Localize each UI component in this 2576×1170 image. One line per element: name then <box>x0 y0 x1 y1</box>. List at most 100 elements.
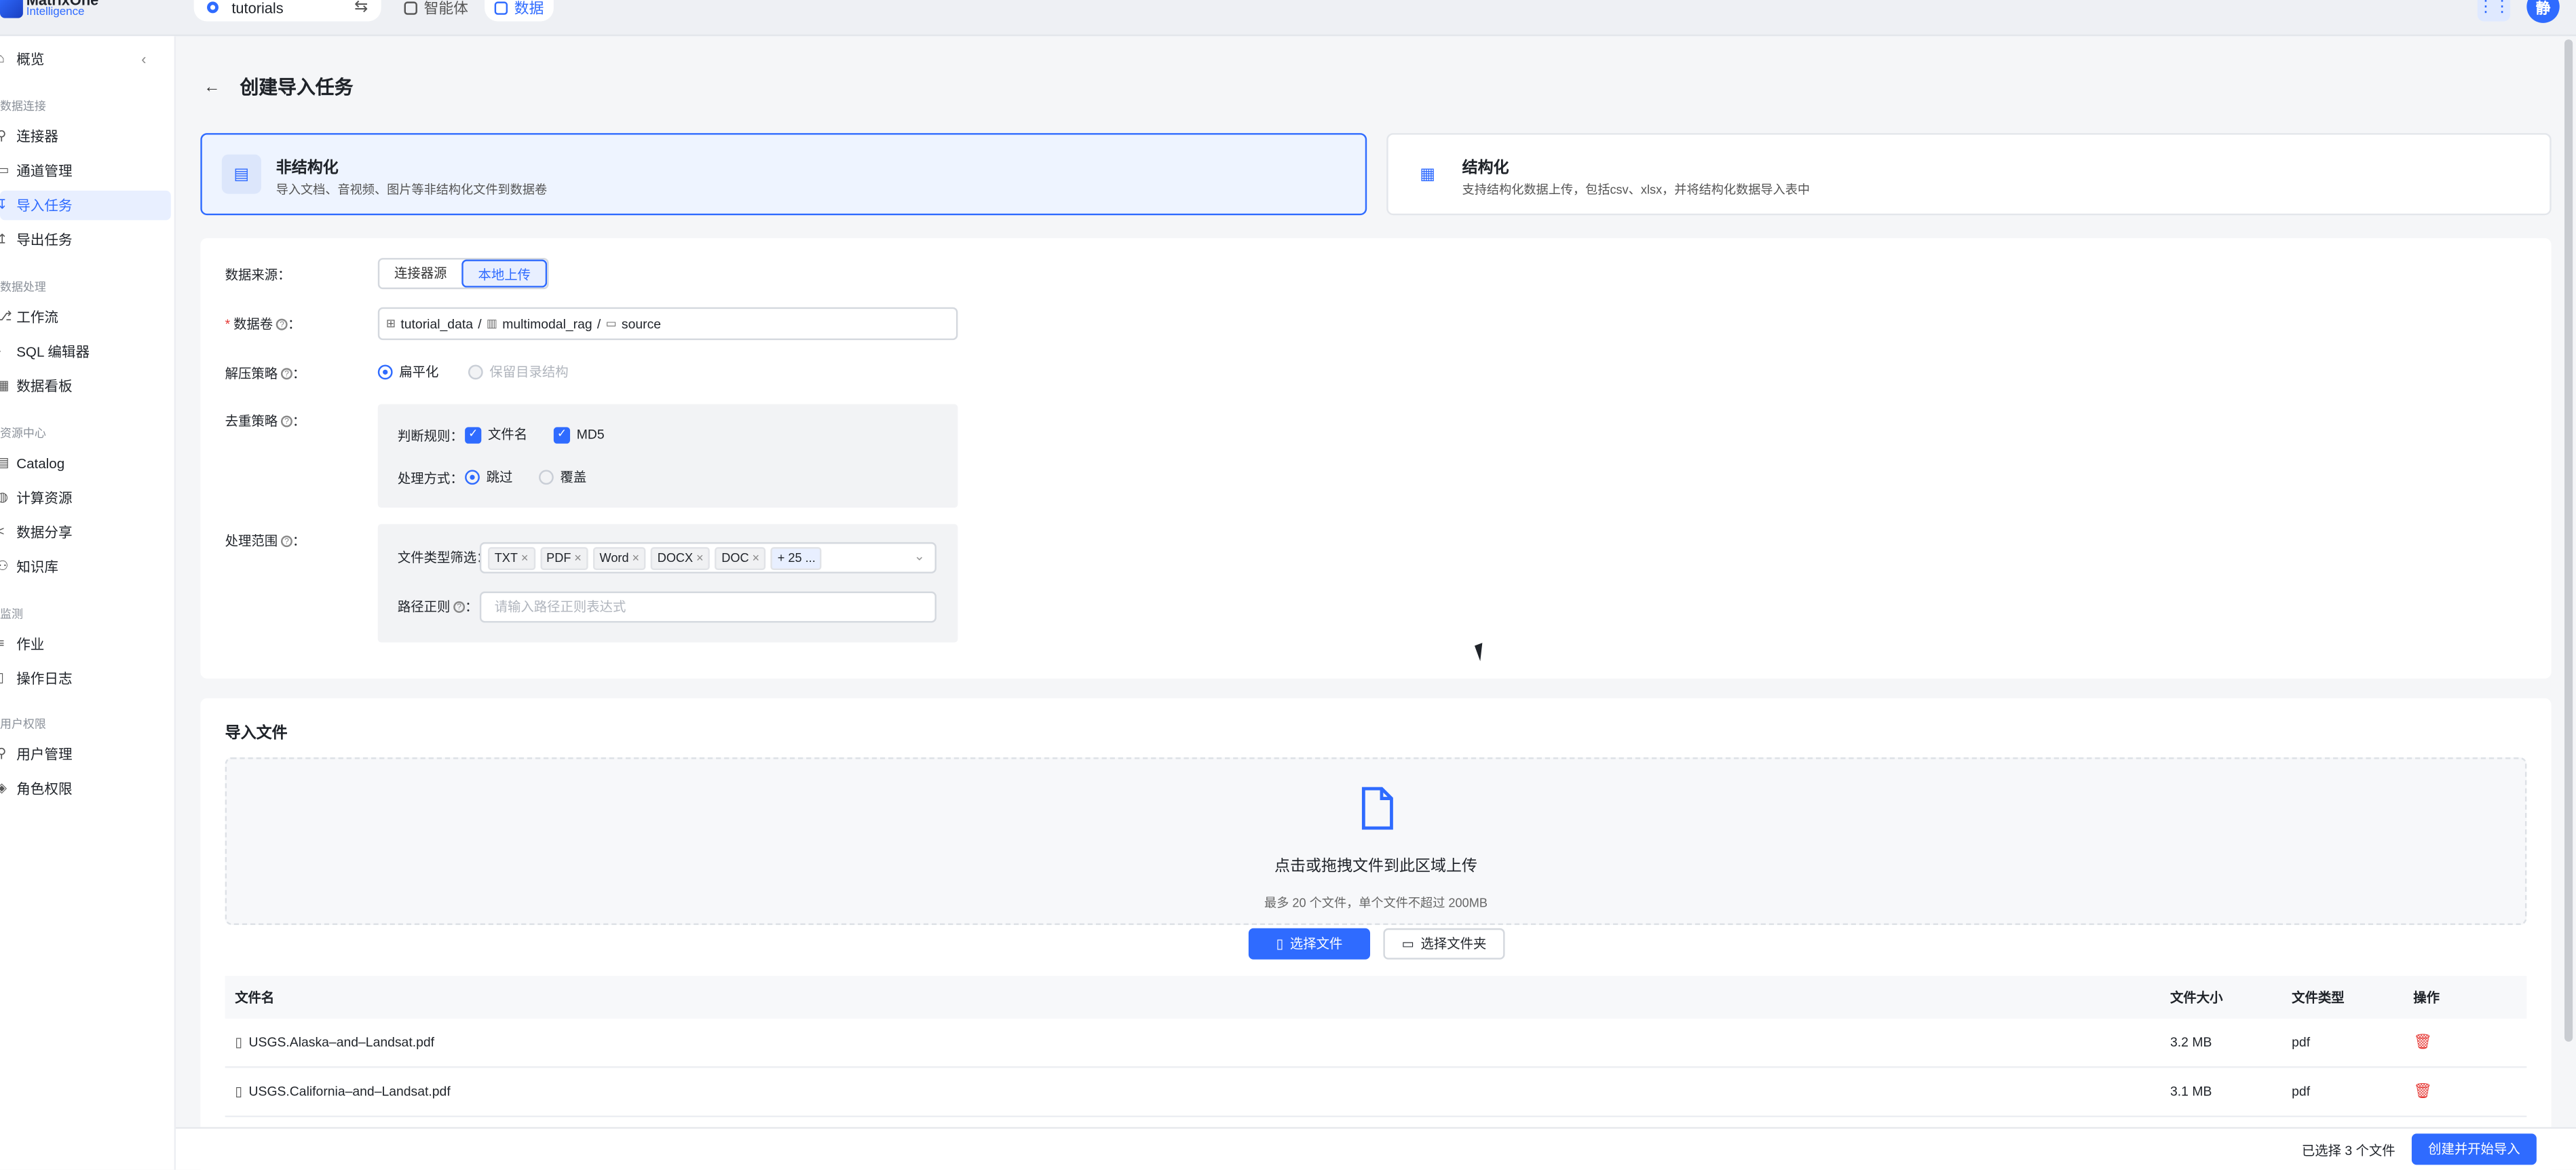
workspace-name: tutorials <box>231 0 284 16</box>
brand-subname: Intelligence <box>26 6 85 18</box>
help-icon[interactable]: ? <box>280 369 292 381</box>
folder-icon: ▭ <box>1401 936 1414 951</box>
topnav-agents[interactable]: 智能体 <box>394 0 478 21</box>
path-regex-input[interactable]: 请输入路径正则表达式 <box>479 591 936 623</box>
link-icon: ⚲ <box>0 129 10 143</box>
sidebar-item-import-tasks[interactable]: ↧导入任务 <box>0 190 171 221</box>
source-option-connector[interactable]: 连接器源 <box>379 260 461 288</box>
import-icon: ↧ <box>0 198 10 212</box>
sidebar-item-sql-editor[interactable]: ›SQL 编辑器 <box>0 337 171 366</box>
import-files-card: 导入文件 点击或拖拽文件到此区域上传 最多 20 个文件，单个文件不超过 200… <box>200 698 2552 1170</box>
sidebar-item-workflow[interactable]: ⎇工作流 <box>0 302 171 332</box>
sidebar-item-roles[interactable]: ◈角色权限 <box>0 774 171 804</box>
source-segmented-control: 连接器源 本地上传 <box>377 258 549 290</box>
table-header: 文件名 文件大小 文件类型 操作 <box>225 976 2527 1019</box>
apps-grid-icon[interactable]: ⋮⋮ <box>2477 0 2511 22</box>
filetype-more-tag[interactable]: + 25 ... <box>771 546 822 569</box>
file-icon: ▯ <box>235 1084 242 1099</box>
dedup-label: 去重策略?： <box>225 414 306 429</box>
filetype-tag: DOC × <box>715 546 766 569</box>
sidebar-item-dashboard[interactable]: ▦数据看板 <box>0 371 171 401</box>
dashboard-icon: ▦ <box>0 379 10 392</box>
filetype-tag: DOCX × <box>651 546 711 569</box>
topnav-data[interactable]: 数据 <box>485 0 554 22</box>
source-label: 数据来源： <box>225 267 291 283</box>
type-card-structured[interactable]: ▦ 结构化 支持结构化数据上传，包括csv、xlsx，并将结构化数据导入表中 <box>1386 133 2552 216</box>
choose-file-button[interactable]: ▯ 选择文件 <box>1248 928 1371 960</box>
export-icon: ↥ <box>0 233 10 246</box>
close-icon[interactable]: × <box>752 550 759 565</box>
sidebar-item-compute[interactable]: ◍计算资源 <box>0 483 171 513</box>
page-title: 创建导入任务 <box>240 79 354 99</box>
log-icon: ▯ <box>0 671 10 685</box>
folder-icon: ▭ <box>605 318 617 331</box>
scrollbar[interactable] <box>2564 39 2573 1042</box>
document-icon: ▤ <box>221 154 261 194</box>
volume-label: * 数据卷?： <box>225 317 301 333</box>
logo-icon <box>0 0 23 18</box>
trash-icon[interactable]: 🗑 <box>2413 1034 2432 1050</box>
workspace-selector[interactable]: tutorials ⇆ <box>193 0 381 22</box>
sidebar-item-catalog[interactable]: ▤Catalog <box>0 449 171 478</box>
section-title: 导入文件 <box>225 724 288 743</box>
upload-dropzone[interactable]: 点击或拖拽文件到此区域上传 最多 20 个文件，单个文件不超过 200MB <box>225 757 2527 925</box>
unzip-flatten-radio[interactable] <box>377 364 393 380</box>
help-icon[interactable]: ? <box>280 536 292 548</box>
mode-skip-radio[interactable] <box>465 470 480 485</box>
chevron-down-icon[interactable]: ⌄ <box>914 549 925 564</box>
table-row: ▯ USGS.California–and–Landsat.pdf 3.1 MB … <box>225 1068 2527 1118</box>
brand-logo[interactable]: MatrixOne Intelligence <box>0 0 98 20</box>
source-option-local[interactable]: 本地上传 <box>461 259 548 288</box>
workflow-icon: ⎇ <box>0 309 12 324</box>
sidebar-group-title: 用户权限 <box>0 719 46 732</box>
filetype-tag: TXT × <box>488 546 535 569</box>
top-nav: 智能体 数据 <box>394 0 554 22</box>
shield-icon: ◈ <box>0 781 10 795</box>
back-arrow-icon[interactable]: ← <box>204 78 220 96</box>
rule-md5-checkbox[interactable]: ✓ <box>553 426 571 443</box>
database-icon: ▥ <box>486 318 497 331</box>
sidebar-group-title: 数据连接 <box>0 102 46 114</box>
knowledge-icon: ⚇ <box>0 559 10 573</box>
sidebar-item-data-share[interactable]: <数据分享 <box>0 518 171 548</box>
scope-label: 处理范围?： <box>225 533 306 549</box>
dropzone-hint: 最多 20 个文件，单个文件不超过 200MB <box>1264 895 1488 911</box>
close-icon[interactable]: × <box>521 550 529 565</box>
help-icon[interactable]: ? <box>280 416 292 428</box>
filetype-select[interactable]: TXT × PDF × Word × DOCX × DOC × + 25 ... ⌄ <box>479 542 936 573</box>
unzip-label: 解压策略?： <box>225 366 306 381</box>
sidebar: ⌂ 概览 ‹ 数据连接 ⚲连接器 ▭通道管理 ↧导入任务 ↥导出任务 数据处理 … <box>0 36 176 1170</box>
sidebar-item-export-tasks[interactable]: ↥导出任务 <box>0 225 171 255</box>
sidebar-item-audit-log[interactable]: ▯操作日志 <box>0 664 171 694</box>
avatar[interactable]: 静 <box>2526 0 2560 23</box>
trash-icon[interactable]: 🗑 <box>2413 1082 2432 1099</box>
brand-name: MatrixOne <box>26 0 99 9</box>
sidebar-item-jobs[interactable]: ≡作业 <box>0 629 171 659</box>
type-card-unstructured[interactable]: ▤ 非结构化 导入文档、音视频、图片等非结构化文件到数据卷 <box>200 133 1367 216</box>
file-upload-icon <box>1361 787 1393 830</box>
home-icon: ⌂ <box>0 52 10 65</box>
sidebar-item-knowledge[interactable]: ⚇知识库 <box>0 552 171 582</box>
sidebar-item-users[interactable]: ⚲用户管理 <box>0 739 171 769</box>
close-icon[interactable]: × <box>574 550 582 565</box>
volume-icon: ⊞ <box>385 318 396 331</box>
close-icon[interactable]: × <box>632 550 639 565</box>
swap-icon[interactable]: ⇆ <box>354 0 368 16</box>
rule-filename-checkbox[interactable]: ✓ <box>465 426 482 443</box>
sidebar-item-connectors[interactable]: ⚲连接器 <box>0 121 171 151</box>
create-and-import-button[interactable]: 创建并开始导入 <box>2411 1133 2537 1165</box>
collapse-sidebar-icon[interactable]: ‹ <box>141 51 146 67</box>
sidebar-group-title: 资源中心 <box>0 428 46 440</box>
volume-path-selector[interactable]: ⊞ tutorial_data / ▥ multimodal_rag / ▭ s… <box>377 307 958 341</box>
close-icon[interactable]: × <box>696 550 704 565</box>
help-icon[interactable]: ? <box>276 319 288 331</box>
terminal-icon: › <box>0 344 10 358</box>
config-card: 数据来源： 连接器源 本地上传 * 数据卷?： ⊞ tutorial_data /… <box>200 238 2552 679</box>
agent-icon <box>404 1 417 14</box>
sidebar-item-channels[interactable]: ▭通道管理 <box>0 156 171 186</box>
scope-panel: 文件类型筛选： TXT × PDF × Word × DOCX × DOC × + 25 … <box>377 524 958 643</box>
mode-overwrite-radio[interactable] <box>539 470 554 485</box>
choose-folder-button[interactable]: ▭ 选择文件夹 <box>1383 928 1505 960</box>
table-icon: ▦ <box>1420 165 1436 183</box>
help-icon[interactable]: ? <box>453 601 466 614</box>
